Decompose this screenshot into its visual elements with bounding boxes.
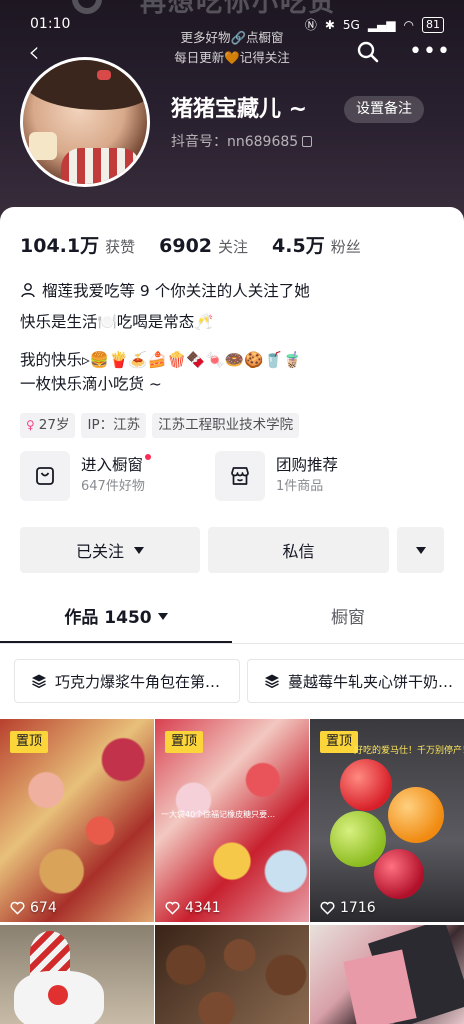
shop-window-title: 进入橱窗 [81, 454, 152, 476]
followed-button-label: 已关注 [75, 542, 124, 561]
tab-showcase[interactable]: 橱窗 [232, 600, 464, 636]
video-thumbnail[interactable]: 置顶 一大袋40个徐福记橡皮糖只要… 4341 [155, 719, 309, 922]
pinned-badge: 置顶 [320, 731, 359, 753]
search-icon[interactable] [356, 40, 380, 64]
caret-down-icon [415, 546, 426, 554]
video-thumbnail[interactable] [155, 925, 309, 1024]
likes-count[interactable]: 104.1万 [20, 231, 99, 258]
bio-line-3: 一枚快乐滴小吃货 ~ [20, 375, 162, 393]
video-overlay-text: 一大袋40个徐福记橡皮糖只要… [161, 810, 276, 819]
caret-down-icon [134, 546, 144, 554]
shopping-bag-icon [20, 451, 70, 501]
video-likes: 674 [10, 900, 57, 916]
set-remark-button[interactable]: 设置备注 [344, 96, 424, 123]
recommend-dropdown-button[interactable] [397, 527, 444, 573]
followed-button[interactable]: 已关注 [20, 527, 200, 573]
video-thumbnail[interactable]: 置顶 674 [0, 719, 154, 922]
following-label: 关注 [218, 238, 249, 256]
pinned-badge: 置顶 [165, 731, 204, 753]
group-buy-entry[interactable]: 团购推荐 1件商品 [215, 451, 338, 501]
profile-nickname: 猪猪宝藏儿 ~ [171, 97, 308, 122]
mutual-followers[interactable]: 榴莲我爱吃等 9 个你关注的人关注了她 [20, 279, 310, 301]
followers-count[interactable]: 4.5万 [272, 231, 325, 258]
active-tab-indicator [0, 641, 232, 643]
shop-window-entry[interactable]: 进入橱窗 647件好物 [20, 451, 152, 501]
notification-dot [145, 454, 152, 460]
message-button[interactable]: 私信 [208, 527, 389, 573]
profile-bio: 快乐是生活🍽️吃喝是常态🥂 我的快乐▹🍔🍟🍝🍰🍿🍫🍬🍩🍪🥤🧋 一枚快乐滴小吃货 … [20, 310, 302, 396]
female-icon: ♀ [26, 418, 35, 432]
bio-line-2: 我的快乐▹🍔🍟🍝🍰🍿🍫🍬🍩🍪🥤🧋 [20, 351, 303, 369]
age-tag: ♀ 27岁 [20, 413, 76, 438]
ip-location-tag: IP：江苏 [81, 413, 147, 438]
tab-works[interactable]: 作品 1450 [0, 600, 232, 636]
following-count[interactable]: 6902 [159, 235, 212, 257]
profile-tags: ♀ 27岁 IP：江苏 江苏工程职业技术学院 [20, 413, 300, 438]
shop-window-count: 647件好物 [81, 479, 145, 494]
bio-line-1: 快乐是生活🍽️吃喝是常态🥂 [20, 313, 214, 331]
banner-line-1: 更多好物🔗点橱窗 [180, 30, 284, 45]
store-icon [215, 451, 265, 501]
school-tag[interactable]: 江苏工程职业技术学院 [152, 413, 300, 438]
likes-label: 获赞 [105, 238, 136, 256]
caret-down-icon [157, 613, 168, 620]
video-overlay-text: 好吃的爱马仕！千万别停产！ [354, 746, 464, 756]
collection-item[interactable]: 巧克力爆浆牛角包在第… [14, 659, 240, 703]
layers-icon [32, 674, 46, 689]
douyin-id[interactable]: 抖音号：nn689685 [171, 131, 313, 151]
heart-icon [320, 901, 335, 915]
mutual-followers-text: 榴莲我爱吃等 9 个你关注的人关注了她 [42, 282, 310, 300]
video-likes: 4341 [165, 900, 221, 916]
collection-item[interactable]: 蔓越莓牛轧夹心饼干奶… [247, 659, 464, 703]
video-thumbnail[interactable] [310, 925, 464, 1024]
collections-row: 巧克力爆浆牛角包在第… 蔓越莓牛轧夹心饼干奶… [14, 659, 464, 703]
douyin-logo-icon [72, 0, 102, 14]
pinned-badge: 置顶 [10, 731, 49, 753]
video-likes: 1716 [320, 900, 376, 916]
content-tabs: 作品 1450 橱窗 [0, 600, 464, 644]
video-thumbnail[interactable]: 置顶 好吃的爱马仕！千万别停产！ 1716 [310, 719, 464, 922]
video-thumbnail[interactable] [0, 925, 154, 1024]
profile-header: 再想吃你小吃货 01:10 Ⓝ ✱ 5G ▂▄▆ ◠ 81 更多好物🔗点橱窗 每… [0, 0, 464, 225]
group-buy-title: 团购推荐 [276, 456, 339, 474]
layers-icon [265, 674, 279, 689]
douyin-id-text: 抖音号：nn689685 [171, 134, 299, 150]
heart-icon [165, 901, 180, 915]
more-icon[interactable]: ••• [409, 41, 451, 63]
heart-icon [10, 901, 25, 915]
profile-stats: 104.1万 获赞 6902 关注 4.5万 粉丝 [20, 231, 385, 258]
group-buy-count: 1件商品 [276, 479, 324, 494]
person-icon [21, 283, 35, 298]
copy-icon[interactable] [302, 136, 313, 147]
collection-label: 巧克力爆浆牛角包在第… [55, 672, 221, 691]
avatar[interactable] [20, 57, 150, 187]
followers-label: 粉丝 [330, 238, 361, 256]
collection-label: 蔓越莓牛轧夹心饼干奶… [288, 672, 454, 691]
